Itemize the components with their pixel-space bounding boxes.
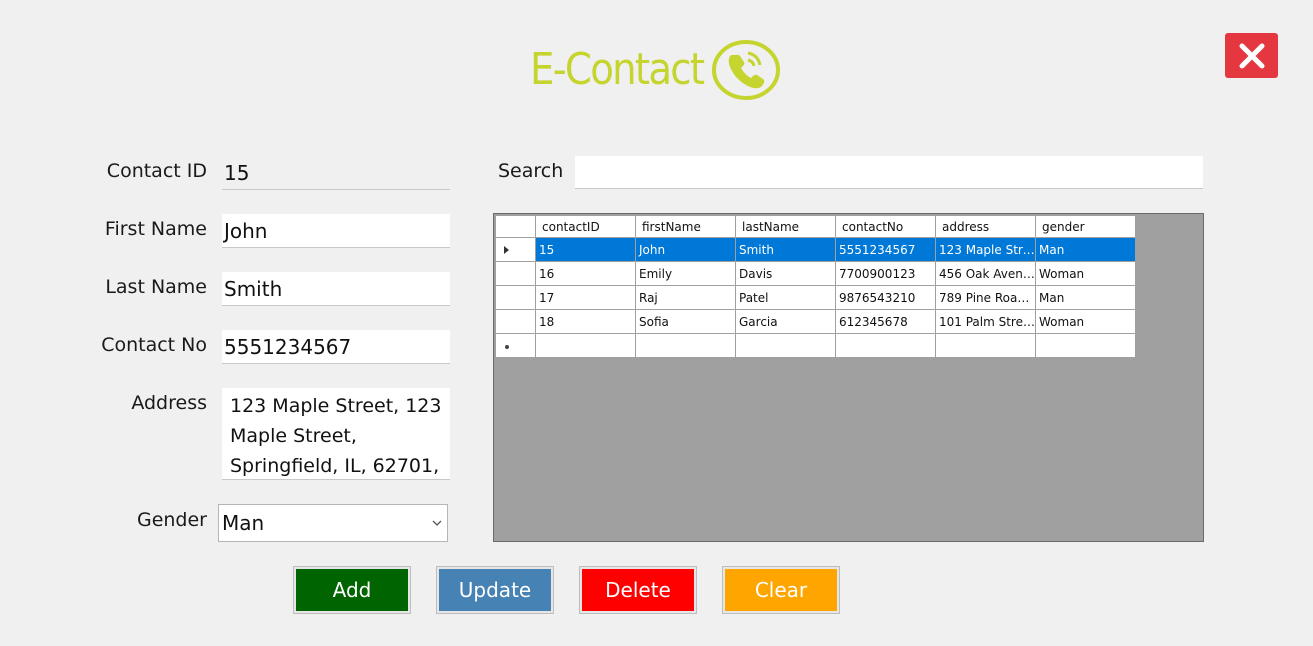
address-field[interactable]: 123 Maple Street, 123 Maple Street, Spri… — [222, 388, 450, 480]
app-logo: E-Contact — [530, 38, 780, 102]
new-row[interactable] — [495, 333, 1136, 358]
table-cell[interactable]: Man — [1035, 237, 1136, 262]
column-header[interactable]: contactID — [535, 215, 636, 238]
delete-button[interactable]: Delete — [579, 566, 697, 614]
table-cell[interactable] — [835, 333, 936, 358]
add-button[interactable]: Add — [293, 566, 411, 614]
close-icon — [1239, 43, 1264, 68]
table-cell[interactable] — [535, 333, 636, 358]
contact-id-field[interactable]: 15 — [222, 156, 450, 190]
table-cell[interactable]: Raj — [635, 285, 736, 310]
row-header[interactable] — [495, 285, 536, 310]
gender-label: Gender — [136, 509, 207, 531]
column-header[interactable]: contactNo — [835, 215, 936, 238]
table-cell[interactable] — [635, 333, 736, 358]
table-row[interactable]: 16 Emily Davis 7700900123 456 Oak Avenu.… — [495, 261, 1136, 286]
table-cell[interactable]: Patel — [735, 285, 836, 310]
phone-icon — [712, 40, 780, 100]
close-button[interactable] — [1225, 33, 1278, 78]
clear-button[interactable]: Clear — [722, 566, 840, 614]
gender-selected-value: Man — [222, 511, 265, 535]
table-row[interactable]: 15 John Smith 5551234567 123 Maple Stree… — [495, 237, 1136, 262]
table-cell[interactable]: Emily — [635, 261, 736, 286]
row-header[interactable] — [495, 237, 536, 262]
logo-text: E-Contact — [530, 44, 705, 95]
last-name-label: Last Name — [105, 276, 207, 298]
table-header-row: contactID firstName lastName contactNo a… — [495, 215, 1136, 238]
contact-no-label: Contact No — [101, 334, 207, 356]
table-cell[interactable]: John — [635, 237, 736, 262]
contacts-grid[interactable]: contactID firstName lastName contactNo a… — [493, 213, 1204, 542]
first-name-label: First Name — [104, 218, 207, 240]
table-cell[interactable]: 18 — [535, 309, 636, 334]
table-cell[interactable]: 17 — [535, 285, 636, 310]
table-cell[interactable]: Davis — [735, 261, 836, 286]
first-name-field[interactable]: John — [222, 214, 450, 248]
table-cell[interactable]: 101 Palm Street... — [935, 309, 1036, 334]
table-cell[interactable] — [935, 333, 1036, 358]
column-header[interactable]: lastName — [735, 215, 836, 238]
contact-no-field[interactable]: 5551234567 — [222, 330, 450, 364]
table-cell[interactable]: 456 Oak Avenu... — [935, 261, 1036, 286]
table-cell[interactable]: 15 — [535, 237, 636, 262]
table-cell[interactable]: Sofia — [635, 309, 736, 334]
table-cell[interactable]: 9876543210 — [835, 285, 936, 310]
column-header[interactable]: gender — [1035, 215, 1136, 238]
table-cell[interactable]: Woman — [1035, 309, 1136, 334]
new-row-asterisk-icon — [505, 344, 509, 349]
table-cell[interactable]: Woman — [1035, 261, 1136, 286]
table-cell[interactable]: 5551234567 — [835, 237, 936, 262]
table-row[interactable]: 17 Raj Patel 9876543210 789 Pine Road, .… — [495, 285, 1136, 310]
table-cell[interactable]: Smith — [735, 237, 836, 262]
row-header-corner — [495, 215, 536, 238]
chevron-down-icon — [432, 520, 442, 526]
gender-select[interactable]: Man — [218, 504, 448, 542]
row-header[interactable] — [495, 309, 536, 334]
current-row-arrow-icon — [504, 245, 509, 254]
column-header[interactable]: address — [935, 215, 1036, 238]
contacts-table: contactID firstName lastName contactNo a… — [495, 215, 1136, 358]
address-label: Address — [131, 392, 207, 414]
column-header[interactable]: firstName — [635, 215, 736, 238]
table-row[interactable]: 18 Sofia Garcia 612345678 101 Palm Stree… — [495, 309, 1136, 334]
table-cell[interactable]: 123 Maple Stree... — [935, 237, 1036, 262]
last-name-field[interactable]: Smith — [222, 272, 450, 306]
row-header[interactable] — [495, 261, 536, 286]
contact-id-label: Contact ID — [106, 160, 207, 182]
search-input[interactable] — [575, 156, 1203, 189]
table-cell[interactable] — [735, 333, 836, 358]
table-cell[interactable]: 789 Pine Road, ... — [935, 285, 1036, 310]
table-cell[interactable]: Man — [1035, 285, 1136, 310]
row-header[interactable] — [495, 333, 536, 358]
table-cell[interactable]: 16 — [535, 261, 636, 286]
update-button[interactable]: Update — [436, 566, 554, 614]
table-cell[interactable]: 7700900123 — [835, 261, 936, 286]
search-label: Search — [498, 160, 564, 182]
table-cell[interactable]: Garcia — [735, 309, 836, 334]
table-cell[interactable] — [1035, 333, 1136, 358]
table-cell[interactable]: 612345678 — [835, 309, 936, 334]
